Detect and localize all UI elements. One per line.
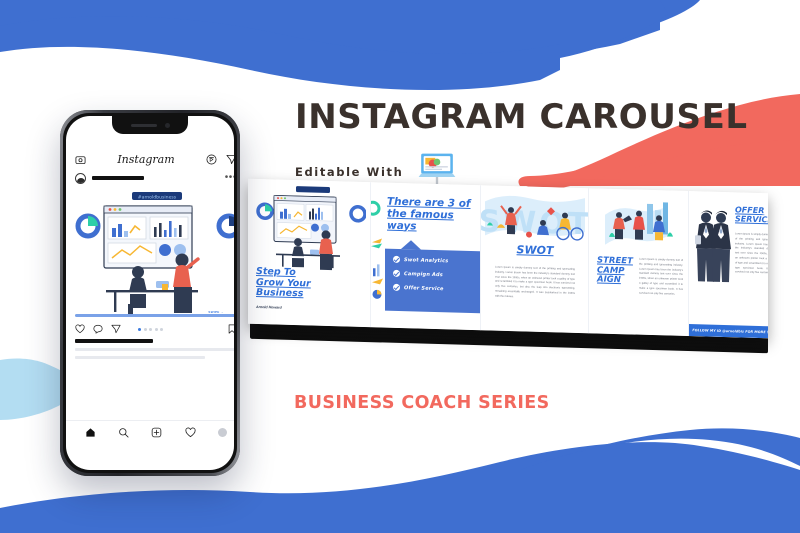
- post-user-row: •••: [66, 170, 234, 186]
- post-caption: [75, 339, 234, 359]
- poster-canvas: INSTAGRAM CAROUSEL Editable With Step To…: [0, 0, 800, 533]
- slide5-body: Lorem Ipsum is simply dummy text of the …: [735, 232, 768, 275]
- speaker-grill: [130, 123, 157, 127]
- caption-line: [75, 355, 205, 359]
- post-illustration: #arnoldbusiness: [66, 186, 234, 321]
- instagram-logo: Instagram: [117, 153, 175, 166]
- carousel-slide-5[interactable]: OFFER SERVICE Lorem Ipsum is simply dumm…: [688, 191, 768, 339]
- activity-heart-icon[interactable]: [185, 427, 196, 438]
- profile-avatar-icon[interactable]: [217, 428, 227, 437]
- caption-username-placeholder: [75, 339, 153, 343]
- plus-square-icon[interactable]: [151, 427, 162, 438]
- slide1-illustration: [256, 186, 366, 271]
- bookmark-icon[interactable]: [227, 324, 234, 334]
- home-icon[interactable]: [85, 427, 96, 438]
- caption-line: [75, 347, 234, 351]
- slide2-bullet-3-label: Offer Service: [404, 284, 444, 292]
- carousel-dot-active[interactable]: [138, 327, 141, 331]
- messenger-icon[interactable]: [226, 154, 234, 165]
- series-tagline: BUSINESS COACH SERIES: [294, 393, 550, 413]
- bottom-nav-bar: [66, 420, 234, 444]
- carousel-strip: Step To Grow Your Business Arnold Howard…: [248, 178, 768, 354]
- slide3-body: Lorem Ipsum is simply dummy text of the …: [495, 265, 575, 298]
- slide4-illustration: [605, 202, 673, 245]
- progress-label: SWIPE →: [208, 310, 224, 314]
- check-icon: [393, 283, 400, 291]
- igtv-icon[interactable]: [206, 154, 217, 165]
- avatar[interactable]: [75, 172, 86, 184]
- slide4-title: STREET CAMP AIGN: [597, 255, 633, 286]
- carousel-dot[interactable]: [154, 327, 158, 331]
- slide2-bullet-2-label: Campign Ads: [404, 270, 443, 278]
- slide1-title: Step To Grow Your Business: [256, 265, 311, 300]
- heart-icon[interactable]: [75, 324, 85, 334]
- slide2-bullet-1-label: Swot Analytics: [404, 256, 449, 264]
- slide5-footer-bar: FOLLOW MY ID @arnoldbiz FOR MORE TIPS: [689, 324, 768, 339]
- editable-with-label: Editable With: [295, 165, 404, 179]
- slide2-bullet-3: Offer Service: [393, 283, 480, 293]
- username-placeholder: [92, 176, 144, 180]
- svg-text:#arnoldbusiness: #arnoldbusiness: [138, 194, 177, 200]
- slide3-illustration: SWOT: [481, 195, 588, 242]
- slide5-title: OFFER SERVICE: [735, 205, 768, 225]
- slide5-illustration: [695, 210, 731, 283]
- slide2-bullet-1: Swot Analytics: [393, 255, 480, 265]
- post-image[interactable]: #arnoldbusiness: [66, 186, 234, 321]
- carousel-slide-3[interactable]: SWOT SWOT Lorem Ipsum is simply dummy te…: [480, 185, 588, 334]
- check-icon: [393, 269, 400, 277]
- phone-notch: [112, 116, 188, 134]
- carousel-dot[interactable]: [149, 327, 152, 331]
- camera-icon[interactable]: [75, 154, 86, 165]
- header-icons: [206, 154, 234, 165]
- search-icon[interactable]: [118, 427, 129, 438]
- carousel-slide-4[interactable]: STREET CAMP AIGN Lorem Ipsum is simply d…: [588, 188, 688, 337]
- slide2-bullet-callout: Swot Analytics Campign Ads Offer Service: [385, 248, 480, 314]
- phone-bezel: Instagram •• #arnoldbusiness SWIPE →: [60, 110, 240, 476]
- carousel-dot[interactable]: [143, 327, 147, 331]
- slide4-body: Lorem Ipsum is simply dummy text of the …: [639, 257, 683, 296]
- post-progress-bar: [75, 314, 234, 317]
- carousel-slide-2[interactable]: There are 3 of the famous ways Swot Anal…: [370, 182, 480, 331]
- front-camera-icon: [164, 122, 170, 128]
- carousel-indicator: [138, 327, 163, 331]
- page-title: INSTAGRAM CAROUSEL: [295, 97, 748, 137]
- headline-block: INSTAGRAM CAROUSEL Editable With: [295, 97, 748, 193]
- slide1-author: Arnold Howard: [256, 304, 282, 310]
- slides-row: Step To Grow Your Business Arnold Howard…: [248, 178, 768, 339]
- check-icon: [393, 255, 400, 263]
- phone-screen: Instagram •• #arnoldbusiness SWIPE →: [66, 116, 234, 470]
- slide5-footer-text: FOLLOW MY ID @arnoldbiz FOR MORE TIPS: [692, 328, 768, 335]
- phone-inner-frame: Instagram •• #arnoldbusiness SWIPE →: [63, 113, 237, 473]
- phone-mockup: Instagram •• #arnoldbusiness SWIPE →: [60, 110, 240, 476]
- post-action-row: [66, 321, 234, 337]
- carousel-dot[interactable]: [160, 327, 163, 331]
- instagram-header: Instagram: [66, 150, 234, 169]
- share-icon[interactable]: [111, 324, 121, 334]
- slide2-bullet-2: Campign Ads: [393, 269, 480, 279]
- carousel-slide-1[interactable]: Step To Grow Your Business Arnold Howard: [248, 178, 370, 328]
- comment-icon[interactable]: [93, 324, 103, 334]
- slide2-title: There are 3 of the famous ways: [387, 195, 471, 232]
- slide3-title: SWOT: [516, 243, 554, 258]
